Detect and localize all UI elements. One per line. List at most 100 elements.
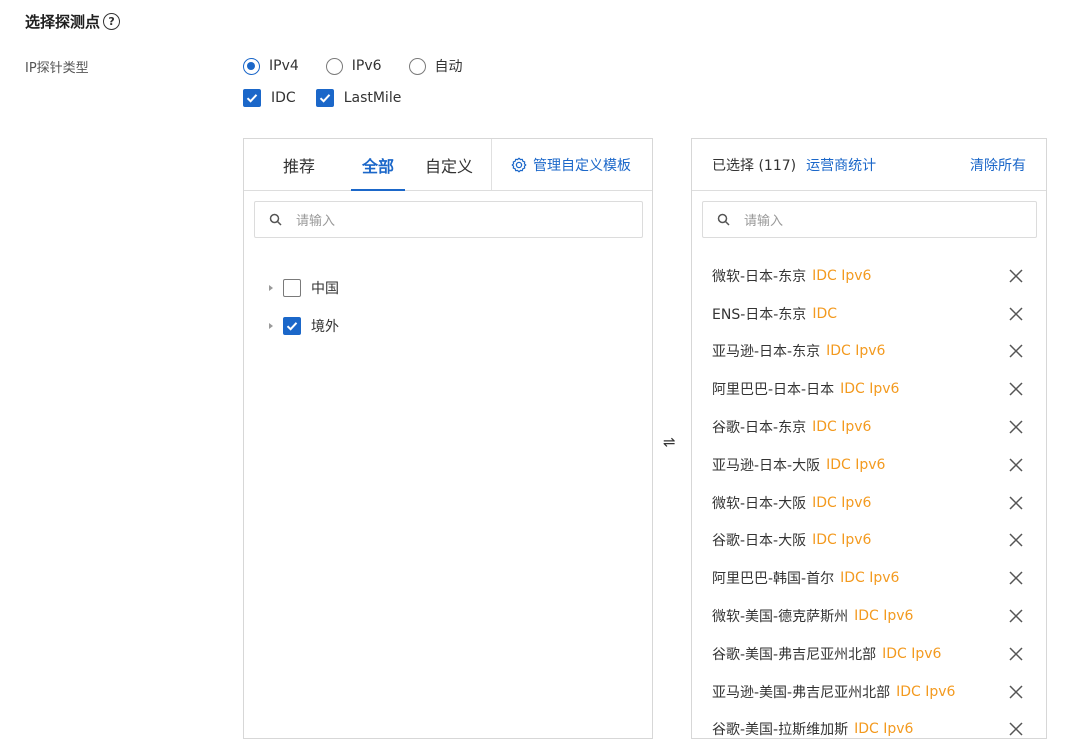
expand-caret-icon[interactable] xyxy=(269,323,273,329)
radio-ipv6[interactable]: IPv6 xyxy=(325,57,382,75)
carrier-stats-link[interactable]: 运营商统计 xyxy=(806,155,876,175)
item-name: 亚马逊-日本-大阪 xyxy=(712,457,821,474)
list-item: 亚马逊-日本-东京 IDC Ipv6 xyxy=(692,333,1046,371)
selected-list: 微软-日本-东京 IDC Ipv6 ENS-日本-东京 IDC 亚马逊-日本-东京 IDC… xyxy=(692,257,1046,738)
tree-node-overseas[interactable]: 境外 xyxy=(269,316,339,336)
manage-template-label: 管理自定义模板 xyxy=(533,157,631,174)
tree-node-china[interactable]: 中国 xyxy=(269,278,339,298)
close-icon[interactable] xyxy=(1008,684,1024,700)
close-icon[interactable] xyxy=(1008,419,1024,435)
item-tag: IDC Ipv6 xyxy=(812,532,872,549)
source-panel: 推荐 全部 自定义 管理自定义模板 请输入 中国 境外 xyxy=(243,138,653,739)
transfer-icon[interactable]: ⇌ xyxy=(663,435,676,450)
selected-search-input[interactable]: 请输入 xyxy=(702,201,1037,238)
manage-template-link[interactable]: 管理自定义模板 xyxy=(511,139,631,190)
tab-recommended[interactable]: 推荐 xyxy=(274,139,324,190)
search-icon xyxy=(269,213,282,226)
close-icon[interactable] xyxy=(1008,646,1024,662)
item-name: 谷歌-日本-大阪 xyxy=(712,533,807,550)
close-icon[interactable] xyxy=(1008,721,1024,737)
item-name: 微软-日本-大阪 xyxy=(712,495,807,512)
ip-type-radio-group: IPv4 IPv6 自动 xyxy=(243,56,490,76)
expand-caret-icon[interactable] xyxy=(269,285,273,291)
radio-label: 自动 xyxy=(434,59,463,75)
checkbox-idc[interactable]: IDC xyxy=(243,89,296,107)
item-name: 微软-美国-德克萨斯州 xyxy=(712,609,849,626)
close-icon[interactable] xyxy=(1008,570,1024,586)
ip-type-label: IP探针类型 xyxy=(25,61,89,76)
checkbox-label: IDC xyxy=(271,90,296,106)
close-icon[interactable] xyxy=(1008,306,1024,322)
selected-panel: 已选择 (117) 运营商统计 清除所有 请输入 微软-日本-东京 IDC Ipv… xyxy=(691,138,1047,739)
tab-bar: 推荐 全部 自定义 管理自定义模板 xyxy=(244,139,652,191)
item-tag: IDC Ipv6 xyxy=(896,683,956,700)
tree-node-label: 境外 xyxy=(311,319,339,335)
close-icon[interactable] xyxy=(1008,343,1024,359)
item-tag: IDC Ipv6 xyxy=(812,419,872,436)
item-tag: IDC Ipv6 xyxy=(882,645,942,662)
item-tag: IDC Ipv6 xyxy=(854,608,914,625)
selected-count: 已选择 (117) xyxy=(712,157,797,174)
probe-type-checkbox-group: IDC LastMile xyxy=(243,89,421,107)
item-tag: IDC Ipv6 xyxy=(840,570,900,587)
item-tag: IDC Ipv6 xyxy=(826,343,886,360)
radio-indicator[interactable] xyxy=(243,57,260,75)
tree-checkbox[interactable] xyxy=(283,279,301,297)
search-placeholder: 请输入 xyxy=(744,214,784,229)
item-name: 亚马逊-日本-东京 xyxy=(712,344,821,361)
radio-ipv4[interactable]: IPv4 xyxy=(243,57,299,75)
help-icon[interactable]: ? xyxy=(103,13,121,30)
item-tag: IDC Ipv6 xyxy=(840,381,900,398)
list-item: 亚马逊-美国-弗吉尼亚州北部 IDC Ipv6 xyxy=(692,673,1046,711)
radio-auto[interactable]: 自动 xyxy=(408,56,463,76)
item-name: 谷歌-美国-弗吉尼亚州北部 xyxy=(712,646,877,663)
radio-indicator[interactable] xyxy=(325,57,343,75)
check-icon xyxy=(286,322,298,331)
item-name: 阿里巴巴-韩国-首尔 xyxy=(712,571,835,588)
item-name: 阿里巴巴-日本-日本 xyxy=(712,382,835,399)
tab-divider xyxy=(491,139,492,190)
item-tag: IDC Ipv6 xyxy=(812,267,872,284)
item-tag: IDC Ipv6 xyxy=(826,456,886,473)
list-item: 谷歌-美国-拉斯维加斯 IDC Ipv6 xyxy=(692,711,1046,738)
close-icon[interactable] xyxy=(1008,268,1024,284)
radio-indicator[interactable] xyxy=(408,57,426,75)
tab-custom[interactable]: 自定义 xyxy=(418,139,480,190)
clear-all-link[interactable]: 清除所有 xyxy=(970,155,1026,175)
list-item: 亚马逊-日本-大阪 IDC Ipv6 xyxy=(692,446,1046,484)
item-name: 谷歌-日本-东京 xyxy=(712,420,807,437)
checkbox-checked[interactable] xyxy=(315,89,334,107)
list-item: ENS-日本-东京 IDC xyxy=(692,295,1046,333)
list-item: 谷歌-美国-弗吉尼亚州北部 IDC Ipv6 xyxy=(692,635,1046,673)
list-item: 谷歌-日本-大阪 IDC Ipv6 xyxy=(692,522,1046,560)
list-item: 谷歌-日本-东京 IDC Ipv6 xyxy=(692,408,1046,446)
tree-node-label: 中国 xyxy=(311,281,339,297)
close-icon[interactable] xyxy=(1008,457,1024,473)
list-item: 阿里巴巴-韩国-首尔 IDC Ipv6 xyxy=(692,559,1046,597)
close-icon[interactable] xyxy=(1008,381,1024,397)
section-title-text: 选择探测点 xyxy=(25,13,101,31)
close-icon[interactable] xyxy=(1008,495,1024,511)
item-name: ENS-日本-东京 xyxy=(712,306,807,323)
item-tag: IDC Ipv6 xyxy=(812,494,872,511)
check-icon xyxy=(246,94,258,103)
checkbox-lastmile[interactable]: LastMile xyxy=(315,89,401,107)
search-icon xyxy=(717,213,730,226)
tree-checkbox[interactable] xyxy=(283,317,301,335)
radio-label: IPv6 xyxy=(351,58,382,74)
item-tag: IDC Ipv6 xyxy=(854,721,914,738)
search-placeholder: 请输入 xyxy=(296,214,336,229)
close-icon[interactable] xyxy=(1008,532,1024,548)
item-tag: IDC xyxy=(812,305,837,322)
checkbox-checked[interactable] xyxy=(243,89,261,107)
item-name: 微软-日本-东京 xyxy=(712,268,807,285)
list-item: 微软-日本-大阪 IDC Ipv6 xyxy=(692,484,1046,522)
tab-all[interactable]: 全部 xyxy=(351,139,405,191)
close-icon[interactable] xyxy=(1008,608,1024,624)
section-title: 选择探测点 ? xyxy=(25,11,121,32)
list-item: 微软-日本-东京 IDC Ipv6 xyxy=(692,257,1046,295)
list-item: 阿里巴巴-日本-日本 IDC Ipv6 xyxy=(692,370,1046,408)
selected-header: 已选择 (117) 运营商统计 清除所有 xyxy=(692,139,1046,191)
radio-label: IPv4 xyxy=(269,58,299,74)
source-search-input[interactable]: 请输入 xyxy=(254,201,643,238)
